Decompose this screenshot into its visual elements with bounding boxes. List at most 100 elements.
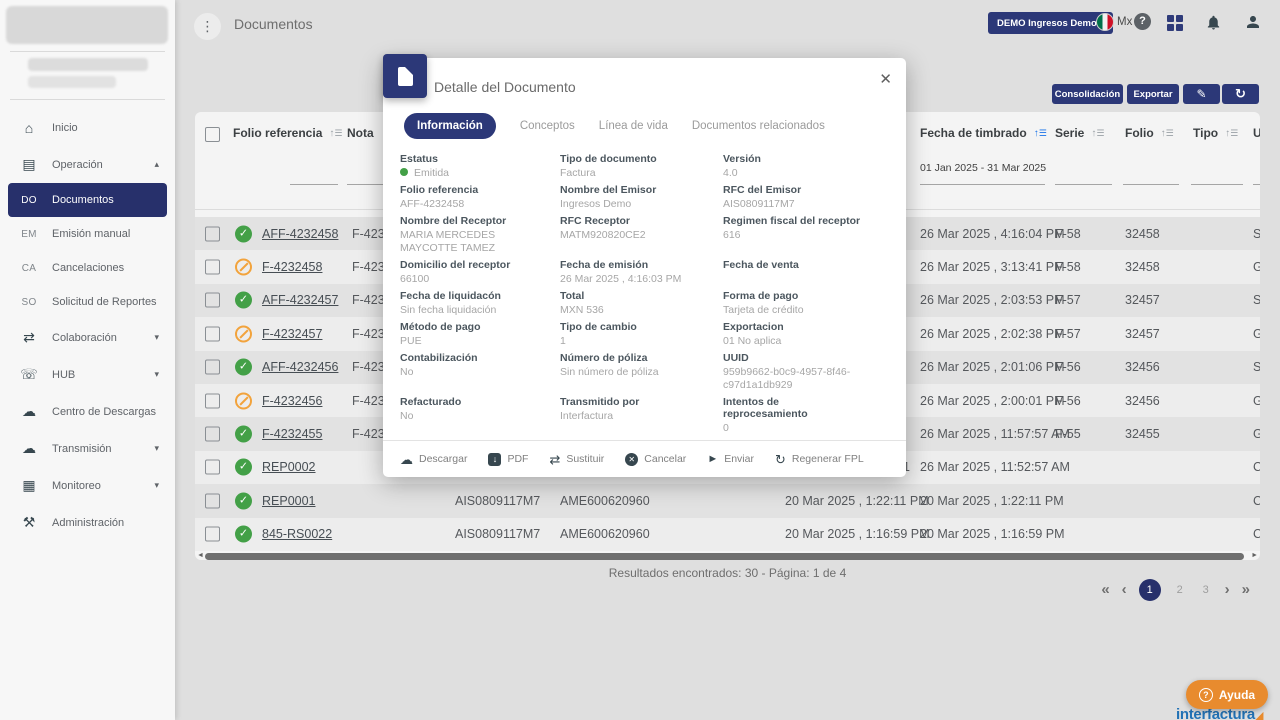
table-row[interactable]: 845-RS0022 AIS0809117M7 AME600620960 20 … [195,518,1260,551]
sidebar-item-monitoreo[interactable]: ▦ Monitoreo ▾ [0,467,175,504]
sidebar-item-centro-de-descargas[interactable]: ☁ Centro de Descargas [0,393,175,430]
column-header-folio[interactable]: Folio [1125,126,1173,140]
filter-folio-referencia[interactable] [290,162,338,185]
sidebar-item-documentos[interactable]: DO Documentos [8,183,167,217]
edit-pencil-button[interactable]: ✎ [1183,84,1220,104]
page-menu-button[interactable]: ⋮ [194,13,221,40]
user-profile-icon[interactable] [1244,13,1262,36]
row-checkbox[interactable] [205,293,220,308]
filter-tipo[interactable] [1191,162,1243,185]
row-checkbox[interactable] [205,460,220,475]
descargar-button[interactable]: ☁ Descargar [400,453,467,466]
tab-conceptos[interactable]: Conceptos [520,120,575,132]
sort-icon[interactable] [1091,129,1103,138]
filter-fecha-de-timbrado[interactable]: 01 Jan 2025 - 31 Mar 2025 [920,162,1045,185]
sort-icon[interactable] [1161,129,1173,138]
field-value: 4.0 [723,167,864,180]
sidebar-item-hub[interactable]: ☏ HUB ▾ [0,356,175,393]
sidebar-item-inicio[interactable]: ⌂ Inicio [0,109,175,146]
tab-documentos-relacionados[interactable]: Documentos relacionados [692,120,825,132]
row-checkbox[interactable] [205,326,220,341]
consolidacion-button[interactable]: Consolidación [1052,84,1123,104]
folio-referencia-link[interactable]: F-4232458 [262,260,322,274]
enviar-button[interactable]: ► Enviar [707,453,754,466]
apps-grid-icon[interactable] [1167,15,1183,31]
field-label: UUID [723,352,864,364]
fecha-emision-cell: 20 Mar 2025 , 1:16:59 PM [785,527,910,541]
column-header-fecha-de-timbrado[interactable]: Fecha de timbrado [920,126,1046,140]
tab-linea-de-vida[interactable]: Línea de vida [599,120,668,132]
row-checkbox[interactable] [205,493,220,508]
select-all-checkbox[interactable] [205,127,220,142]
column-header-folio-referencia[interactable]: Folio referencia [233,126,341,140]
field-value [723,273,864,286]
column-header-nota[interactable]: Nota [347,126,374,140]
first-page-button[interactable]: « [1101,579,1109,601]
next-page-button[interactable]: › [1225,579,1230,601]
field-label: Versión [723,153,864,165]
scroll-right-icon[interactable]: ► [1251,552,1258,559]
folio-referencia-link[interactable]: F-4232457 [262,327,322,341]
refresh-button[interactable]: ↻ [1222,84,1259,104]
row-checkbox[interactable] [205,527,220,542]
fecha-timbrado-cell: 26 Mar 2025 , 2:00:01 PM [920,394,1065,408]
last-page-button[interactable]: » [1242,579,1250,601]
folio-referencia-link[interactable]: F-4232455 [262,427,322,441]
u-cell: G [1253,427,1260,441]
sidebar-item-emision-manual[interactable]: EM Emisión manual [0,217,175,251]
folio-referencia-link[interactable]: AFF-4232458 [262,227,338,241]
column-header-u[interactable]: U [1253,126,1260,140]
horizontal-scrollbar[interactable]: ◄ ► [195,552,1260,560]
folio-referencia-link[interactable]: 845-RS0022 [262,527,332,541]
filter-u[interactable] [1253,162,1260,185]
row-checkbox[interactable] [205,393,220,408]
cancelar-button[interactable]: ✕ Cancelar [625,453,686,466]
folio-referencia-link[interactable]: REP0002 [262,460,316,474]
scroll-left-icon[interactable]: ◄ [197,552,204,559]
exportar-button[interactable]: Exportar [1127,84,1179,104]
close-icon[interactable]: ✕ [879,70,892,88]
column-header-serie[interactable]: Serie [1055,126,1103,140]
account-selector-button[interactable]: DEMO Ingresos Demo ▾ [988,12,1113,34]
sidebar-item-operacion[interactable]: ▤ Operación ▴ [0,146,175,183]
serie-cell: F-56 [1055,394,1081,408]
row-checkbox[interactable] [205,427,220,442]
sort-icon[interactable] [1225,129,1237,138]
column-header-tipo[interactable]: Tipo [1193,126,1237,140]
folio-referencia-link[interactable]: REP0001 [262,494,316,508]
row-checkbox[interactable] [205,226,220,241]
sidebar-item-colaboracion[interactable]: ⇄ Colaboración ▾ [0,319,175,356]
row-checkbox[interactable] [205,360,220,375]
u-cell: C [1253,527,1260,541]
folio-referencia-link[interactable]: F-4232456 [262,394,322,408]
regenerar-fpl-button[interactable]: ↻ Regenerar FPL [775,453,864,466]
sidebar-item-transmision[interactable]: ☁ Transmisión ▾ [0,430,175,467]
sidebar-item-cancelaciones[interactable]: CA Cancelaciones [0,251,175,285]
notifications-bell-icon[interactable] [1205,14,1222,36]
scrollbar-thumb[interactable] [205,553,1244,560]
folio-referencia-link[interactable]: AFF-4232456 [262,360,338,374]
locale-label[interactable]: Mx [1117,16,1132,28]
page-number-button[interactable]: 1 [1139,579,1161,601]
sidebar-item-solicitud-de-reportes[interactable]: SO Solicitud de Reportes [0,285,175,319]
tab-informacion[interactable]: Información [404,113,496,139]
logo-arrow-icon: ◢ [1255,710,1263,720]
field-value: No [400,410,550,423]
sort-icon[interactable] [329,129,341,138]
serie-cell: F-57 [1055,293,1081,307]
sustituir-button[interactable]: ⇄ Sustituir [549,453,604,466]
sidebar-item-administracion[interactable]: ⚒ Administración [0,504,175,541]
sort-icon[interactable] [1034,129,1046,138]
folio-referencia-link[interactable]: AFF-4232457 [262,293,338,307]
ayuda-button[interactable]: ? Ayuda [1186,680,1268,709]
filter-folio[interactable] [1123,162,1179,185]
table-row[interactable]: REP0001 AIS0809117M7 AME600620960 20 Mar… [195,484,1260,517]
previous-page-button[interactable]: ‹ [1122,579,1127,601]
row-checkbox[interactable] [205,260,220,275]
page-number-button[interactable]: 3 [1199,579,1213,601]
help-icon[interactable]: ? [1134,13,1151,30]
pdf-button[interactable]: ↓ PDF [488,453,528,466]
page-number-button[interactable]: 2 [1173,579,1187,601]
filter-serie[interactable] [1055,162,1112,185]
rfc-receptor-cell: AME600620960 [560,527,650,541]
